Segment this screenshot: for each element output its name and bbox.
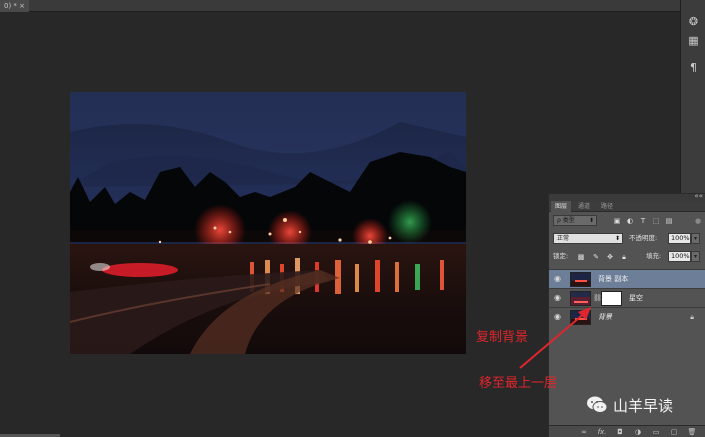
lock-row: 锁定: ▩ ✎ ✥ 🔒︎ 填充: 100% ▾	[549, 251, 705, 264]
trash-icon[interactable]: 🗑︎	[687, 427, 697, 437]
fx-icon[interactable]: fx.	[597, 427, 607, 437]
lock-label: 锁定:	[553, 252, 569, 260]
document-tab-strip: 0) * ×	[0, 0, 680, 12]
collapse-icon[interactable]: ««	[694, 192, 703, 200]
layer-name[interactable]: 背景 副本	[598, 270, 628, 288]
opacity-label: 不透明度:	[629, 234, 658, 242]
blend-mode-value: 正常	[557, 235, 570, 242]
adjustment-icon[interactable]: ◑	[633, 427, 643, 437]
layer-filter-select[interactable]: ρ 类型 ⬍	[553, 215, 597, 226]
blend-row: 正常 ⬍ 不透明度: 100% ▾	[549, 233, 705, 246]
layer-row[interactable]: ◉ 背景 🔒︎	[549, 307, 705, 326]
annotation-copy-background: 复制背景	[476, 330, 529, 345]
tab-paths[interactable]: 路径	[597, 201, 617, 212]
link-icon[interactable]: ∞	[579, 427, 589, 437]
panel-title-bar: ««	[549, 192, 705, 201]
night-river-photo	[70, 92, 466, 354]
layer-mask-thumbnail[interactable]	[601, 291, 622, 306]
layer-name[interactable]: 星空	[629, 289, 643, 307]
lock-transparent-icon[interactable]: ▩	[577, 253, 585, 261]
mask-icon[interactable]: ◘	[615, 427, 625, 437]
photoshop-window: 0) * × ❂ ▦ ¶ «« 图层 通道 路径 ρ 类型 ⬍ ▣ ◐ T ⬚ …	[0, 0, 705, 437]
layer-row[interactable]: ◉ ⛓︎ 星空	[549, 288, 705, 307]
layer-thumbnail	[570, 272, 591, 287]
panel-bottom-toolbar: ∞ fx. ◘ ◑ ▭ ▢ 🗑︎	[549, 425, 705, 437]
smart-object-filter-icon[interactable]: ▤	[665, 217, 673, 225]
new-layer-icon[interactable]: ▢	[669, 427, 679, 437]
pixel-filter-icon[interactable]: ▣	[613, 217, 621, 225]
filter-toggle-icon[interactable]: ●	[694, 217, 702, 225]
opacity-dropdown-icon[interactable]: ▾	[691, 233, 700, 244]
shape-filter-icon[interactable]: ⬚	[652, 217, 660, 225]
fill-label: 填充:	[646, 252, 662, 260]
type-filter-icon[interactable]: T	[639, 217, 647, 225]
grid-icon[interactable]: ▦	[686, 33, 701, 48]
document-tab[interactable]: 0) * ×	[0, 0, 29, 12]
adjustment-filter-icon[interactable]: ◐	[626, 217, 634, 225]
filter-row: ρ 类型 ⬍ ▣ ◐ T ⬚ ▤ ●	[549, 215, 705, 228]
chevron-down-icon: ⬍	[588, 217, 594, 224]
eye-icon[interactable]: ◉	[554, 313, 564, 321]
fill-field[interactable]: 100%	[668, 251, 691, 262]
chevron-down-icon: ⬍	[614, 235, 620, 242]
lock-image-icon[interactable]: ✎	[592, 253, 600, 261]
layer-thumbnail	[570, 310, 591, 325]
watermark-text: 山羊早读	[613, 397, 674, 415]
tab-layers[interactable]: 图层	[551, 201, 572, 212]
lock-all-icon[interactable]: 🔒︎	[620, 253, 628, 261]
layer-thumbnail	[570, 291, 591, 306]
lock-icon: 🔒︎	[690, 313, 694, 321]
annotation-move-to-top: 移至最上一层	[479, 376, 558, 391]
eye-icon[interactable]: ◉	[554, 275, 564, 283]
panel-tabs: 图层 通道 路径	[549, 201, 705, 212]
blend-mode-select[interactable]: 正常 ⬍	[553, 233, 623, 244]
eye-icon[interactable]: ◉	[554, 294, 564, 302]
opacity-field[interactable]: 100%	[668, 233, 691, 244]
fill-dropdown-icon[interactable]: ▾	[691, 251, 700, 262]
wechat-icon	[587, 396, 608, 413]
folder-icon[interactable]: ▭	[651, 427, 661, 437]
tab-channels[interactable]: 通道	[574, 201, 594, 212]
filter-label: ρ 类型	[557, 217, 575, 224]
layer-row[interactable]: ◉ 背景 副本	[549, 269, 705, 288]
layer-name[interactable]: 背景	[598, 308, 612, 326]
lock-position-icon[interactable]: ✥	[606, 253, 614, 261]
paragraph-icon[interactable]: ¶	[686, 60, 701, 75]
swatches-3d-icon[interactable]: ❂	[686, 14, 701, 29]
image-canvas[interactable]	[70, 92, 466, 354]
